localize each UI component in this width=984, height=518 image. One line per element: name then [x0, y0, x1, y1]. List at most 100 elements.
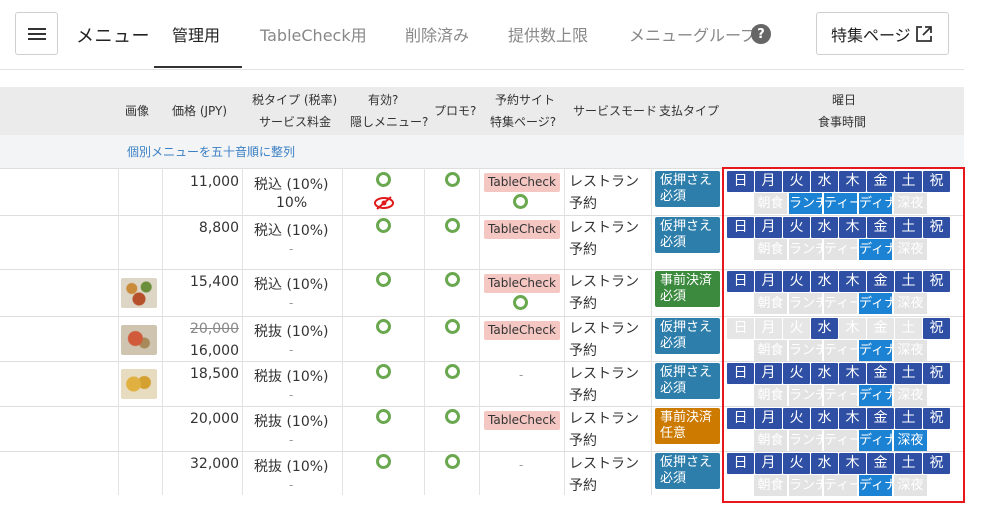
meal-time-pill[interactable]: 深夜	[894, 430, 927, 451]
weekday-pill[interactable]: 火	[783, 318, 810, 339]
meal-time-pill[interactable]: ティー	[824, 193, 857, 214]
meal-time-pill[interactable]: 深夜	[894, 193, 927, 214]
weekday-pill[interactable]: 土	[895, 363, 922, 384]
meal-time-pill[interactable]: ランチ	[789, 340, 822, 361]
weekday-pill[interactable]: 火	[783, 217, 810, 238]
active-circle-icon[interactable]	[376, 409, 391, 424]
promo-circle-icon[interactable]	[445, 272, 460, 287]
weekday-pill[interactable]: 金	[867, 217, 894, 238]
weekday-pill[interactable]: 木	[839, 217, 866, 238]
weekday-pill[interactable]: 日	[727, 453, 754, 474]
weekday-pill[interactable]: 祝日	[923, 318, 950, 357]
weekday-pill[interactable]: 火	[783, 171, 810, 192]
meal-time-pill[interactable]: 朝食	[754, 293, 787, 314]
weekday-pill[interactable]: 水	[811, 171, 838, 192]
meal-time-pill[interactable]: ディナ	[859, 239, 892, 260]
weekday-pill[interactable]: 火	[783, 271, 810, 292]
menu-thumbnail-image[interactable]	[121, 325, 157, 355]
help-icon[interactable]: ?	[751, 24, 771, 44]
hidden-eye-icon[interactable]	[373, 196, 395, 210]
weekday-pill[interactable]: 月	[755, 217, 782, 238]
promo-circle-icon[interactable]	[445, 409, 460, 424]
weekday-pill[interactable]: 祝日	[923, 453, 950, 492]
meal-time-pill[interactable]: 深夜	[894, 475, 927, 496]
weekday-pill[interactable]: 火	[783, 453, 810, 474]
weekday-pill[interactable]: 火	[783, 363, 810, 384]
weekday-pill[interactable]: 月	[755, 318, 782, 339]
weekday-pill[interactable]: 土	[895, 217, 922, 238]
promo-circle-icon[interactable]	[445, 364, 460, 379]
tab-menu-group[interactable]: メニューグループ	[629, 22, 756, 46]
table-row[interactable]	[0, 269, 964, 270]
table-row[interactable]	[0, 406, 964, 407]
sort-alphabetical-link[interactable]: 個別メニューを五十音順に整列	[127, 143, 295, 160]
weekday-pill[interactable]: 土	[895, 318, 922, 339]
feature-page-button[interactable]: 特集ページ	[816, 12, 949, 55]
meal-time-pill[interactable]: ティー	[824, 239, 857, 260]
weekday-pill[interactable]: 木	[839, 453, 866, 474]
meal-time-pill[interactable]: ティー	[824, 430, 857, 451]
weekday-pill[interactable]: 水	[811, 271, 838, 292]
meal-time-pill[interactable]: ディナ	[859, 193, 892, 214]
weekday-pill[interactable]: 火	[783, 408, 810, 429]
table-row[interactable]	[0, 361, 964, 362]
active-circle-icon[interactable]	[376, 454, 391, 469]
weekday-pill[interactable]: 木	[839, 171, 866, 192]
promo-circle-icon[interactable]	[445, 172, 460, 187]
weekday-pill[interactable]: 日	[727, 408, 754, 429]
featured-circle-icon[interactable]	[513, 295, 528, 310]
menu-thumbnail-image[interactable]	[121, 278, 157, 308]
weekday-pill[interactable]: 水	[811, 453, 838, 474]
tab-serving-limit[interactable]: 提供数上限	[508, 22, 588, 46]
meal-time-pill[interactable]: ディナ	[859, 430, 892, 451]
meal-time-pill[interactable]: ランチ	[789, 430, 822, 451]
active-circle-icon[interactable]	[376, 272, 391, 287]
weekday-pill[interactable]: 金	[867, 408, 894, 429]
active-circle-icon[interactable]	[376, 319, 391, 334]
weekday-pill[interactable]: 月	[755, 453, 782, 474]
weekday-pill[interactable]: 土	[895, 171, 922, 192]
weekday-pill[interactable]: 金	[867, 271, 894, 292]
meal-time-pill[interactable]: 朝食	[754, 430, 787, 451]
weekday-pill[interactable]: 木	[839, 318, 866, 339]
table-row[interactable]	[0, 451, 964, 452]
meal-time-pill[interactable]: 深夜	[894, 239, 927, 260]
hamburger-menu-button[interactable]	[15, 12, 58, 55]
meal-time-pill[interactable]: 朝食	[754, 239, 787, 260]
table-row[interactable]	[0, 316, 964, 317]
promo-circle-icon[interactable]	[445, 454, 460, 469]
meal-time-pill[interactable]: 朝食	[754, 340, 787, 361]
weekday-pill[interactable]: 金	[867, 363, 894, 384]
weekday-pill[interactable]: 日	[727, 271, 754, 292]
meal-time-pill[interactable]: ランチ	[789, 385, 822, 406]
meal-time-pill[interactable]: ディナ	[859, 475, 892, 496]
tab-tablecheck[interactable]: TableCheck用	[260, 22, 367, 46]
weekday-pill[interactable]: 金	[867, 171, 894, 192]
meal-time-pill[interactable]: ティー	[824, 293, 857, 314]
weekday-pill[interactable]: 水	[811, 217, 838, 238]
meal-time-pill[interactable]: ディナ	[859, 340, 892, 361]
meal-time-pill[interactable]: 深夜	[894, 340, 927, 361]
meal-time-pill[interactable]: 朝食	[754, 475, 787, 496]
weekday-pill[interactable]: 金	[867, 453, 894, 474]
meal-time-pill[interactable]: ティー	[824, 385, 857, 406]
weekday-pill[interactable]: 月	[755, 171, 782, 192]
meal-time-pill[interactable]: 深夜	[894, 385, 927, 406]
weekday-pill[interactable]: 金	[867, 318, 894, 339]
weekday-pill[interactable]: 日	[727, 217, 754, 238]
tab-deleted[interactable]: 削除済み	[405, 22, 469, 46]
meal-time-pill[interactable]: 深夜	[894, 293, 927, 314]
meal-time-pill[interactable]: ランチ	[789, 239, 822, 260]
meal-time-pill[interactable]: ディナ	[859, 385, 892, 406]
meal-time-pill[interactable]: 朝食	[754, 193, 787, 214]
weekday-pill[interactable]: 祝日	[923, 363, 950, 402]
weekday-pill[interactable]: 水	[811, 318, 838, 339]
active-circle-icon[interactable]	[376, 364, 391, 379]
weekday-pill[interactable]: 祝日	[923, 171, 950, 210]
meal-time-pill[interactable]: ティー	[824, 340, 857, 361]
weekday-pill[interactable]: 月	[755, 271, 782, 292]
meal-time-pill[interactable]: ランチ	[789, 475, 822, 496]
weekday-pill[interactable]: 土	[895, 408, 922, 429]
weekday-pill[interactable]: 土	[895, 453, 922, 474]
weekday-pill[interactable]: 木	[839, 363, 866, 384]
